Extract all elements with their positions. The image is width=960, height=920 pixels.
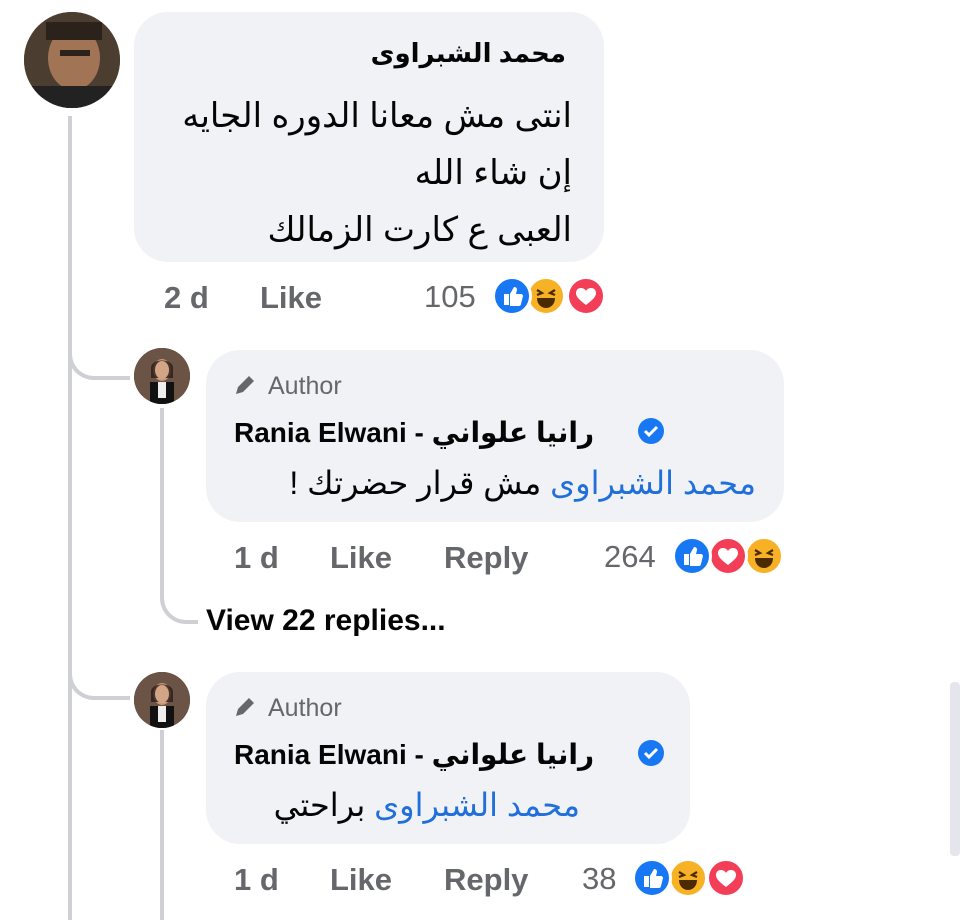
like-icon [492,276,532,316]
avatar[interactable] [134,672,190,728]
view-replies-connector [160,580,198,624]
reply-author[interactable]: Rania Elwani - رانيا علواني [234,738,594,771]
avatar[interactable] [134,348,190,404]
comment-line: العبى ع كارت الزمالك [267,211,572,249]
author-badge: Author [268,694,342,722]
verified-icon [638,740,664,766]
comment-line: إن شاء الله [414,154,572,192]
like-icon [672,536,712,576]
avatar[interactable] [24,12,120,108]
like-button[interactable]: Like [330,862,392,898]
reaction-count[interactable]: 38 [582,861,616,897]
love-icon [708,536,748,576]
mention-link[interactable]: محمد الشبراوى [550,465,756,501]
verified-icon [638,418,664,444]
love-icon [566,276,606,316]
reply-message: براحتي [273,787,366,823]
comment-time[interactable]: 2 d [164,280,209,316]
like-button[interactable]: Like [260,280,322,316]
reply-text: محمد الشبراوى براحتي [274,786,580,824]
thread-connector [68,650,130,700]
reply-author[interactable]: Rania Elwani - رانيا علواني [234,416,594,449]
thread-line-reply [160,730,164,920]
love-icon [706,858,746,898]
reply-button[interactable]: Reply [444,862,528,898]
comment-author[interactable]: محمد الشبراوى [371,38,566,69]
reaction-count[interactable]: 105 [424,279,476,315]
thread-line-main [68,116,72,920]
thread-line-reply [160,408,164,598]
pencil-icon [232,694,258,725]
haha-icon [526,276,566,316]
reply-bubble: Author Rania Elwani - رانيا علواني محمد … [206,672,690,844]
reply-bubble: Author Rania Elwani - رانيا علواني محمد … [206,350,784,522]
reply-text: محمد الشبراوى مش قرار حضرتك ! [289,464,756,502]
view-replies-link[interactable]: View 22 replies... [206,604,446,638]
like-icon [632,858,672,898]
scrollbar[interactable] [950,682,960,856]
pencil-icon [232,372,258,403]
haha-icon [744,536,784,576]
comment-line: انتى مش معانا الدوره الجايه [182,97,572,135]
reaction-count[interactable]: 264 [604,539,656,575]
like-button[interactable]: Like [330,540,392,576]
author-badge: Author [268,372,342,400]
reply-button[interactable]: Reply [444,540,528,576]
comment-text: انتى مش معانا الدوره الجايه إن شاء الله … [182,88,572,259]
reply-time[interactable]: 1 d [234,540,279,576]
reply-time[interactable]: 1 d [234,862,279,898]
haha-icon [668,858,708,898]
thread-connector [68,330,130,380]
comment-bubble: محمد الشبراوى انتى مش معانا الدوره الجاي… [134,12,604,262]
reply-message: مش قرار حضرتك ! [289,465,542,501]
mention-link[interactable]: محمد الشبراوى [374,787,580,823]
